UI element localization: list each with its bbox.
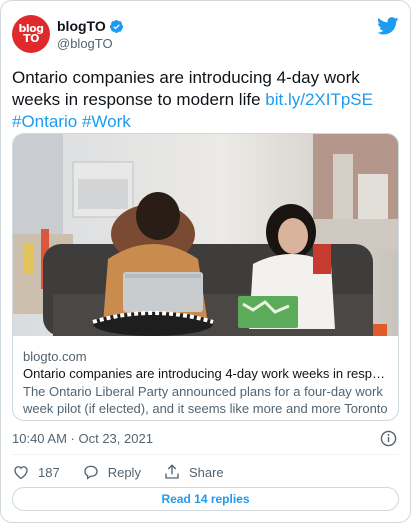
card-domain: blogto.com: [23, 349, 87, 364]
card-description: The Ontario Liberal Party announced plan…: [23, 384, 388, 416]
like-button[interactable]: 187: [12, 463, 60, 481]
article-photo: [13, 134, 398, 336]
reply-icon: [84, 465, 98, 480]
share-label: Share: [188, 464, 224, 480]
reply-button[interactable]: Reply: [82, 463, 141, 481]
twitter-bird-icon[interactable]: [377, 17, 399, 35]
hashtag-work[interactable]: #Work: [82, 112, 131, 131]
tweet-text: Ontario companies are introducing 4-day …: [12, 67, 397, 133]
hashtag-ontario[interactable]: #Ontario: [12, 112, 77, 131]
link-card-meta: blogto.com Ontario companies are introdu…: [23, 348, 388, 417]
heart-icon: [14, 466, 28, 480]
card-title: Ontario companies are introducing 4-day …: [23, 366, 388, 381]
author-name-row: blogTO: [57, 17, 124, 35]
link-preview-card[interactable]: blogto.com Ontario companies are introdu…: [12, 133, 399, 421]
timestamp-row: 10:40 AM · Oct 23, 2021: [12, 430, 399, 448]
tweet-embed-card: blog TO blogTO @blogTO Ontario companies…: [0, 0, 411, 523]
verified-badge-icon: [109, 19, 123, 33]
tweet-link[interactable]: bit.ly/2XITpSE: [265, 90, 373, 109]
timestamp[interactable]: 10:40 AM · Oct 23, 2021: [12, 431, 153, 446]
info-icon[interactable]: [380, 430, 397, 447]
read-replies-button[interactable]: Read 14 replies: [12, 487, 399, 511]
author-name[interactable]: blogTO: [57, 18, 106, 34]
action-bar: 187 Reply Share: [12, 462, 246, 482]
share-button[interactable]: Share: [163, 463, 224, 481]
avatar-text-line-2: TO: [23, 32, 39, 45]
author-handle[interactable]: @blogTO: [57, 35, 124, 53]
reply-label: Reply: [107, 464, 141, 480]
tweet-header: blog TO blogTO @blogTO: [12, 13, 399, 57]
divider: [12, 454, 399, 455]
share-icon: [165, 464, 179, 479]
author-block: blogTO @blogTO: [57, 17, 124, 53]
like-count: 187: [38, 464, 60, 480]
avatar[interactable]: blog TO: [12, 15, 50, 53]
